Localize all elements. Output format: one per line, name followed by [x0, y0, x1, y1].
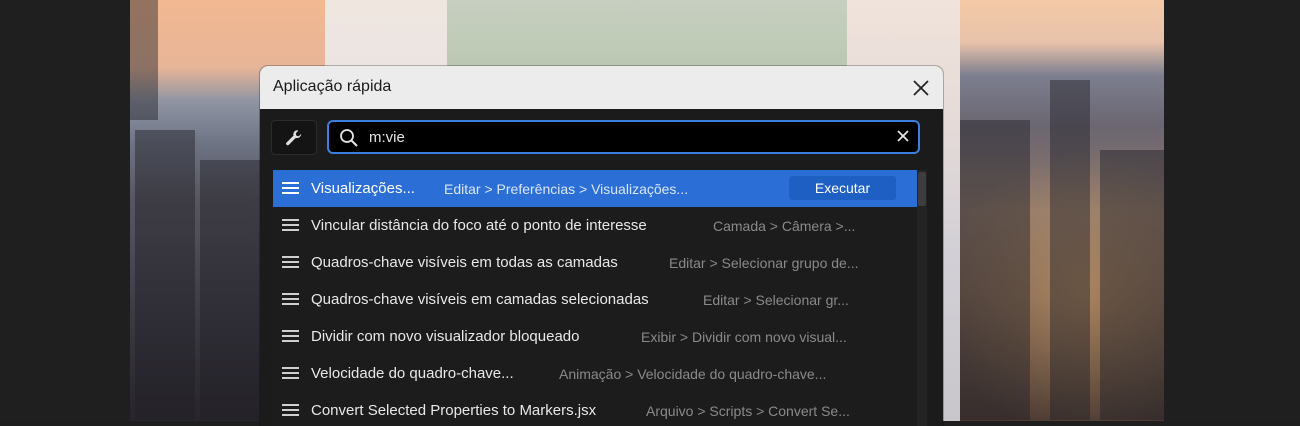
quick-apply-dialog: Aplicação rápida Visualizações... Editar… [260, 66, 943, 426]
list-item[interactable]: Quadros-chave visíveis em todas as camad… [273, 244, 917, 281]
execute-button[interactable]: Executar [789, 176, 896, 200]
results-list: Visualizações... Editar > Preferências >… [273, 170, 917, 426]
hamburger-icon [282, 293, 299, 306]
result-path: Animação > Velocidade do quadro-chave... [559, 365, 827, 382]
close-icon [913, 80, 929, 96]
list-item[interactable]: Quadros-chave visíveis em camadas seleci… [273, 281, 917, 318]
hamburger-icon [282, 256, 299, 269]
result-label: Quadros-chave visíveis em camadas seleci… [311, 291, 649, 308]
list-item[interactable]: Vincular distância do foco até o ponto d… [273, 207, 917, 244]
tool-button[interactable] [271, 120, 317, 155]
background-right-strip [1164, 0, 1300, 421]
result-label: Visualizações... [311, 180, 415, 197]
hamburger-icon [282, 182, 299, 195]
result-path: Editar > Selecionar grupo de... [669, 254, 859, 271]
list-item[interactable]: Velocidade do quadro-chave... Animação >… [273, 355, 917, 392]
result-path: Exibir > Dividir com novo visual... [641, 328, 847, 345]
background-left-strip [0, 0, 130, 421]
list-item[interactable]: Visualizações... Editar > Preferências >… [273, 170, 917, 207]
results-scrollbar[interactable] [917, 170, 927, 426]
result-path: Camada > Câmera >... [713, 217, 856, 234]
hamburger-icon [282, 330, 299, 343]
result-path: Editar > Preferências > Visualizações... [444, 180, 689, 197]
hamburger-icon [282, 219, 299, 232]
result-label: Vincular distância do foco até o ponto d… [311, 217, 647, 234]
dialog-title: Aplicação rápida [273, 78, 392, 95]
result-path: Arquivo > Scripts > Convert Se... [646, 402, 850, 419]
dialog-titlebar: Aplicação rápida [260, 66, 943, 109]
search-input[interactable] [369, 127, 879, 147]
search-icon [340, 129, 358, 147]
background-photo-right [960, 0, 1164, 421]
hamburger-icon [282, 367, 299, 380]
result-label: Convert Selected Properties to Markers.j… [311, 402, 597, 419]
search-box[interactable] [327, 120, 920, 154]
list-item[interactable]: Dividir com novo visualizador bloqueado … [273, 318, 917, 355]
result-label: Quadros-chave visíveis em todas as camad… [311, 254, 618, 271]
result-path: Editar > Selecionar gr... [703, 291, 849, 308]
result-label: Dividir com novo visualizador bloqueado [311, 328, 580, 345]
result-label: Velocidade do quadro-chave... [311, 365, 514, 382]
scrollbar-thumb[interactable] [918, 172, 926, 206]
clear-icon[interactable] [896, 129, 910, 143]
wrench-icon [286, 129, 302, 145]
close-button[interactable] [907, 74, 935, 102]
hamburger-icon [282, 404, 299, 417]
